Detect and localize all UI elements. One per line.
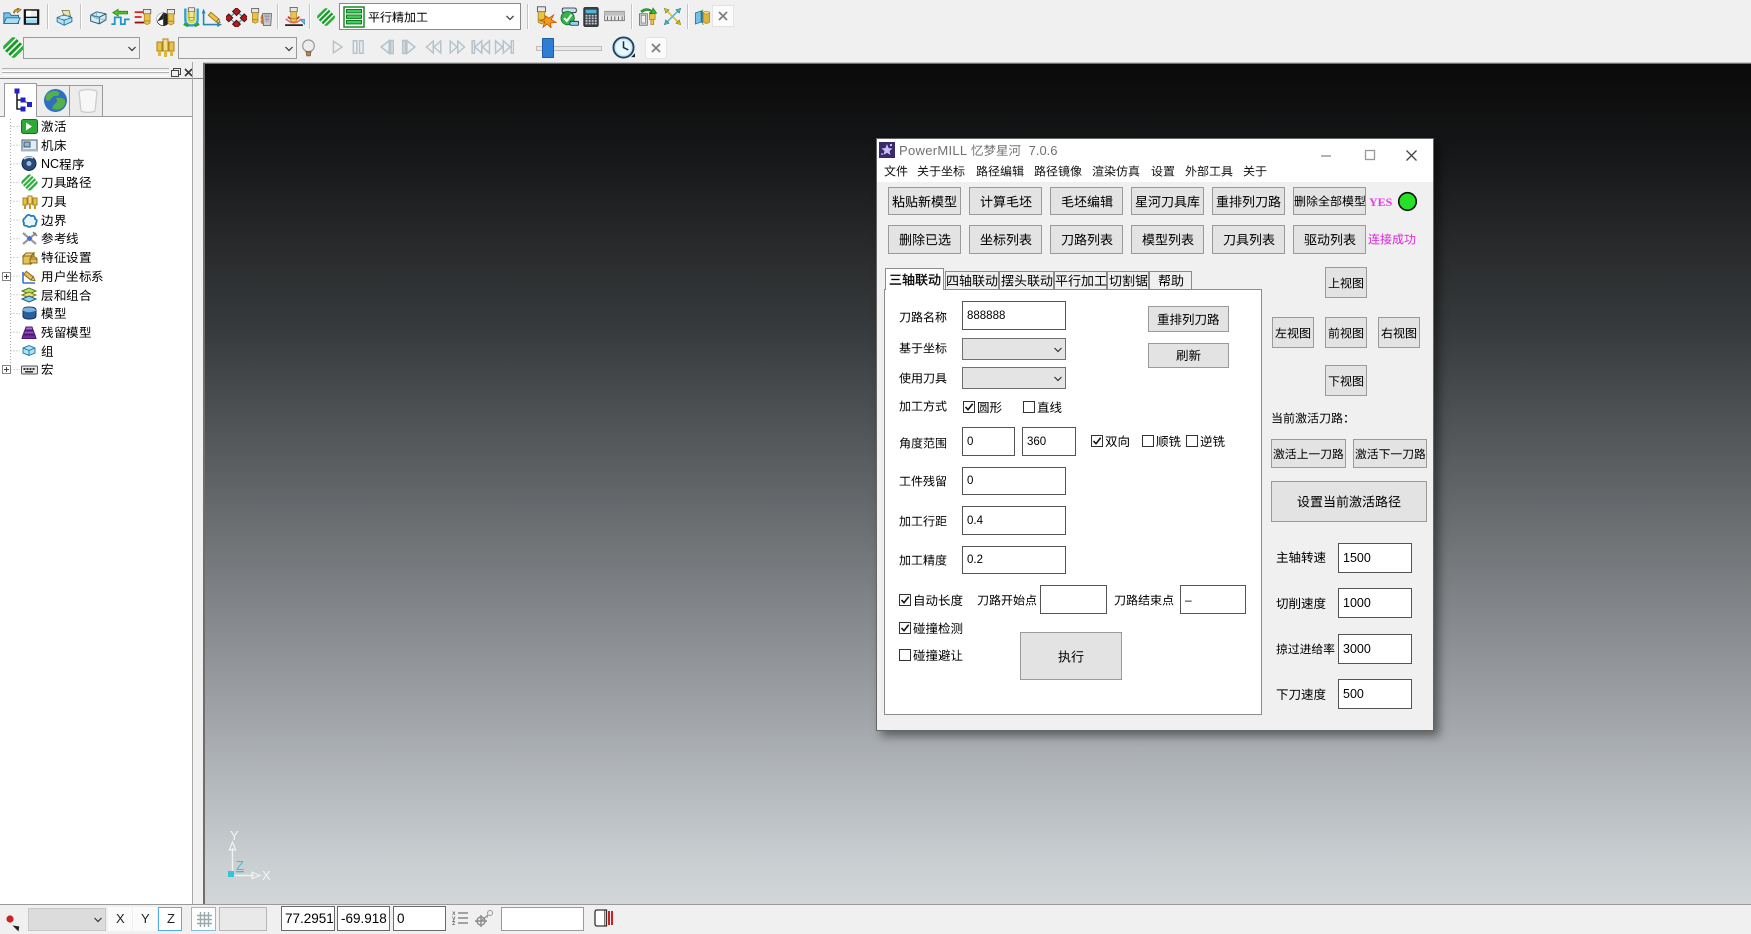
- svg-text:X: X: [262, 868, 271, 883]
- svg-text:Z: Z: [236, 858, 244, 873]
- svg-text:z: z: [452, 920, 456, 927]
- svg-text:Y: Y: [230, 828, 239, 843]
